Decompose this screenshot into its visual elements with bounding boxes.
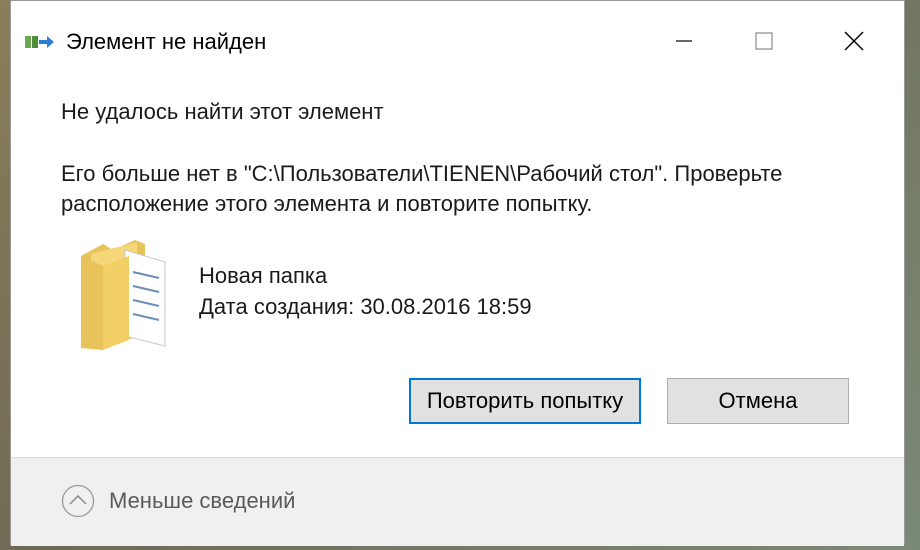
chevron-up-icon bbox=[61, 484, 95, 518]
less-details-label: Меньше сведений bbox=[109, 488, 296, 513]
retry-button[interactable]: Повторить попытку bbox=[409, 378, 641, 424]
maximize-button[interactable] bbox=[741, 19, 787, 63]
moved-file-icon bbox=[25, 36, 54, 48]
not-found-dialog: Элемент не найден Не удалось найти этот … bbox=[10, 0, 905, 546]
folder-icon bbox=[81, 240, 166, 350]
maximize-icon bbox=[755, 32, 773, 50]
item-name: Новая папка bbox=[199, 263, 328, 288]
dialog-message: Его больше нет в "C:\Пользователи\TIENEN… bbox=[61, 161, 783, 216]
item-creation-date: Дата создания: 30.08.2016 18:59 bbox=[199, 294, 532, 319]
minimize-icon bbox=[676, 40, 692, 42]
window-title: Элемент не найден bbox=[66, 29, 267, 54]
less-details-toggle[interactable]: Меньше сведений bbox=[61, 484, 295, 518]
title-bar[interactable]: Элемент не найден bbox=[11, 1, 904, 81]
dialog-footer: Меньше сведений bbox=[11, 457, 904, 546]
close-icon bbox=[844, 31, 864, 51]
cancel-button[interactable]: Отмена bbox=[667, 378, 849, 424]
dialog-heading: Не удалось найти этот элемент bbox=[61, 99, 384, 124]
minimize-button[interactable] bbox=[661, 19, 707, 63]
close-button[interactable] bbox=[831, 19, 877, 63]
